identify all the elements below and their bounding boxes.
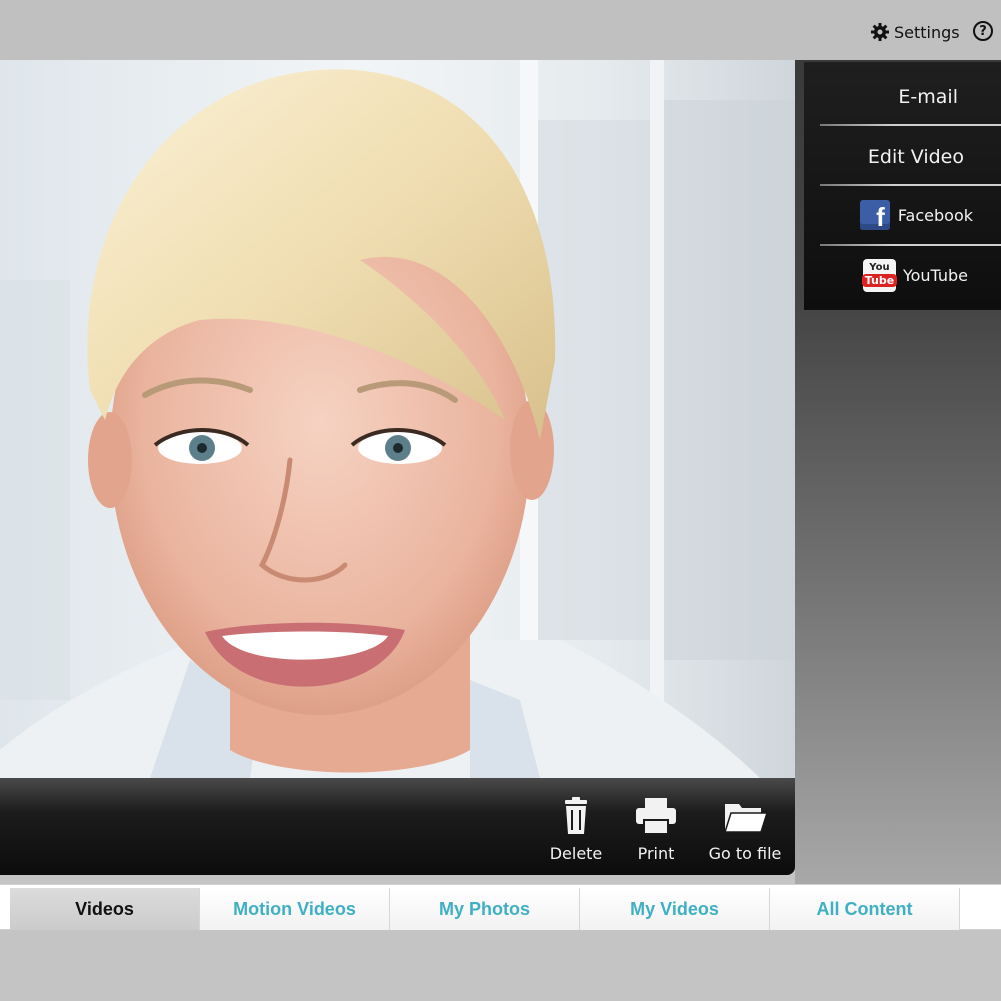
folder-icon: [723, 804, 767, 833]
content-area: [0, 930, 1001, 1001]
tab-motion-videos[interactable]: Motion Videos: [200, 888, 390, 930]
share-item-label: Edit Video: [867, 146, 964, 168]
share-item-edit-video[interactable]: Edit Video: [804, 128, 1001, 186]
print-label: Print: [637, 844, 675, 863]
share-item-label: Facebook: [897, 205, 973, 225]
share-item-label: E-mail: [898, 86, 958, 108]
print-button[interactable]: Print: [634, 796, 678, 866]
tab-my-photos[interactable]: My Photos: [390, 888, 580, 930]
action-bar: Delete Print Go to file: [0, 778, 795, 875]
go-to-file-label: Go to file: [708, 844, 782, 863]
tab-videos[interactable]: Videos: [10, 888, 200, 930]
trash-icon: [565, 797, 587, 834]
portrait-image: [0, 60, 795, 778]
photo-preview[interactable]: [0, 60, 795, 778]
tab-my-videos[interactable]: My Videos: [580, 888, 770, 930]
top-bar: Settings ?: [0, 0, 1001, 60]
share-item-facebook[interactable]: f Facebook: [804, 186, 1001, 244]
tab-all-content[interactable]: All Content: [770, 888, 960, 930]
share-item-youtube[interactable]: You Tube YouTube: [804, 246, 1001, 304]
share-item-label: YouTube: [902, 265, 968, 285]
go-to-file-button[interactable]: Go to file: [708, 796, 782, 866]
settings-button[interactable]: Settings: [870, 19, 960, 45]
youtube-icon-tube: Tube: [861, 274, 898, 287]
share-menu: E-mail Edit Video f Facebook You Tube Yo…: [804, 62, 1001, 310]
tab-strip: Videos Motion Videos My Photos My Videos…: [0, 884, 1001, 930]
delete-label: Delete: [549, 844, 603, 863]
share-item-email[interactable]: E-mail: [804, 68, 1001, 126]
help-icon[interactable]: ?: [973, 21, 993, 41]
delete-button[interactable]: Delete: [549, 796, 603, 866]
printer-icon: [636, 798, 676, 835]
youtube-icon: You Tube: [861, 258, 898, 292]
facebook-icon: f: [859, 200, 890, 230]
youtube-icon-you: You: [869, 262, 890, 273]
menu-divider: [820, 124, 1001, 126]
settings-label: Settings: [894, 22, 960, 42]
gear-icon: [870, 22, 890, 42]
